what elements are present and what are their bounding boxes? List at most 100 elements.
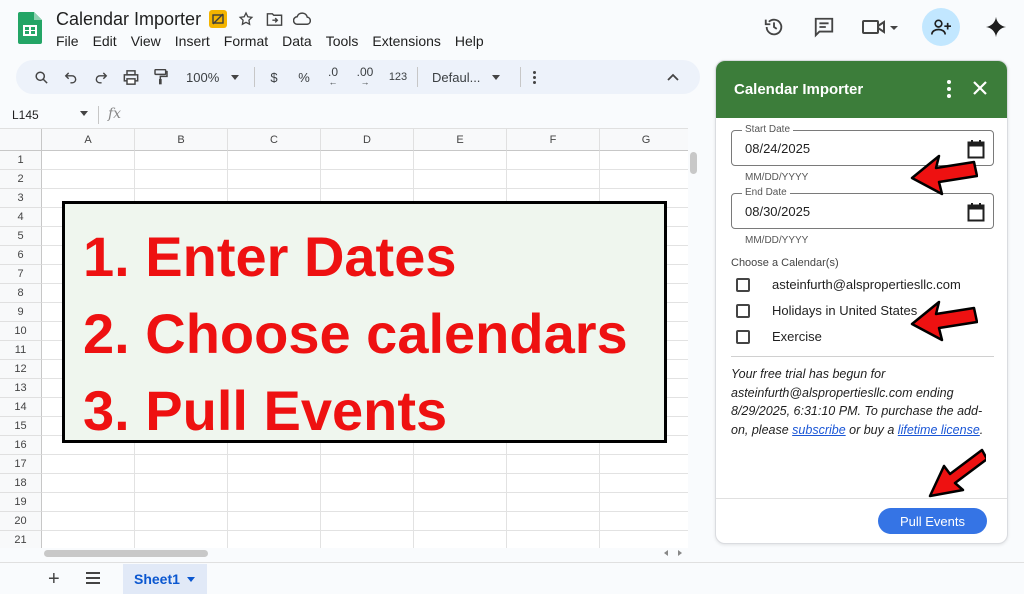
more-options-icon[interactable]: [529, 65, 539, 89]
menu-tools[interactable]: Tools: [326, 33, 359, 49]
menu-data[interactable]: Data: [282, 33, 312, 49]
menu-edit[interactable]: Edit: [93, 33, 117, 49]
gemini-icon[interactable]: [982, 13, 1010, 41]
currency-format-button[interactable]: $: [265, 65, 283, 89]
cloud-offline-icon[interactable]: [209, 10, 227, 28]
name-box-value: L145: [12, 108, 39, 122]
more-vert-icon[interactable]: [947, 80, 951, 101]
calendar-option[interactable]: Holidays in United States: [736, 303, 917, 318]
calendar-option-label: asteinfurth@alspropertiesllc.com: [772, 277, 961, 292]
undo-icon[interactable]: [62, 65, 80, 89]
row-header-13[interactable]: 13: [0, 379, 42, 398]
toolbar-divider: [520, 67, 521, 87]
scroll-right-icon[interactable]: [678, 550, 682, 556]
increase-decimal-button[interactable]: .00 →: [353, 65, 377, 89]
row-header-21[interactable]: 21: [0, 531, 42, 548]
row-header-11[interactable]: 11: [0, 341, 42, 360]
column-header-b[interactable]: B: [135, 129, 228, 151]
paint-format-icon[interactable]: [152, 65, 170, 89]
start-date-hint: MM/DD/YYYY: [745, 172, 809, 183]
row-header-7[interactable]: 7: [0, 265, 42, 284]
row-header-14[interactable]: 14: [0, 398, 42, 417]
row-header-15[interactable]: 15: [0, 417, 42, 436]
zoom-select[interactable]: 100%: [186, 65, 246, 89]
close-icon[interactable]: [971, 79, 989, 97]
all-sheets-icon[interactable]: [86, 572, 100, 587]
row-header-3[interactable]: 3: [0, 189, 42, 208]
row-header-16[interactable]: 16: [0, 436, 42, 455]
calendar-checkbox[interactable]: [736, 303, 750, 318]
row-header-17[interactable]: 17: [0, 455, 42, 474]
number-format-button[interactable]: 123: [387, 65, 409, 89]
horizontal-scrollbar-thumb[interactable]: [44, 550, 208, 557]
end-date-field[interactable]: End Date 08/30/2025: [731, 187, 994, 229]
menu-view[interactable]: View: [131, 33, 161, 49]
menu-extensions[interactable]: Extensions: [372, 33, 440, 49]
row-header-6[interactable]: 6: [0, 246, 42, 265]
search-menus-icon[interactable]: [32, 65, 50, 89]
row-header-18[interactable]: 18: [0, 474, 42, 493]
redo-icon[interactable]: [92, 65, 110, 89]
share-icon[interactable]: [922, 8, 960, 46]
column-header-f[interactable]: F: [507, 129, 600, 151]
sheet-bar: + Sheet1: [0, 562, 1024, 594]
print-icon[interactable]: [122, 65, 140, 89]
formula-bar-divider: [98, 106, 99, 124]
row-header-8[interactable]: 8: [0, 284, 42, 303]
row-header-2[interactable]: 2: [0, 170, 42, 189]
start-date-value: 08/24/2025: [745, 141, 811, 156]
menu-format[interactable]: Format: [224, 33, 268, 49]
column-header-e[interactable]: E: [414, 129, 507, 151]
chevron-down-icon: [492, 74, 501, 80]
column-header-g[interactable]: G: [600, 129, 688, 151]
calendar-icon[interactable]: [967, 202, 985, 222]
column-header-c[interactable]: C: [228, 129, 321, 151]
instructions-overlay: 1. Enter Dates 2. Choose calendars 3. Pu…: [62, 201, 667, 443]
sheets-logo-icon[interactable]: [18, 12, 42, 44]
calendar-option[interactable]: Exercise: [736, 329, 822, 344]
decrease-decimal-button[interactable]: .0 ←: [323, 65, 343, 89]
calendar-option[interactable]: asteinfurth@alspropertiesllc.com: [736, 277, 961, 292]
vertical-scrollbar[interactable]: [690, 152, 697, 174]
sheet-tab-sheet1[interactable]: Sheet1: [123, 564, 207, 594]
row-header-20[interactable]: 20: [0, 512, 42, 531]
toolbar-divider: [254, 67, 255, 87]
move-folder-icon[interactable]: [265, 10, 283, 28]
horizontal-scrollbar[interactable]: [42, 549, 688, 559]
column-header-a[interactable]: A: [42, 129, 135, 151]
lifetime-license-link[interactable]: lifetime license: [898, 423, 980, 437]
document-title[interactable]: Calendar Importer: [56, 9, 201, 30]
row-header-5[interactable]: 5: [0, 227, 42, 246]
row-header-19[interactable]: 19: [0, 493, 42, 512]
history-icon[interactable]: [760, 13, 788, 41]
collapse-toolbar-icon[interactable]: [666, 65, 680, 89]
row-header-10[interactable]: 10: [0, 322, 42, 341]
comment-icon[interactable]: [810, 13, 838, 41]
name-box[interactable]: L145: [0, 102, 98, 128]
pull-events-button[interactable]: Pull Events: [878, 508, 987, 534]
subscribe-link[interactable]: subscribe: [792, 423, 846, 437]
menu-file[interactable]: File: [56, 33, 79, 49]
instruction-step-2: 2. Choose calendars: [83, 302, 628, 365]
select-all-corner[interactable]: [0, 129, 42, 151]
sidebar-footer: Pull Events: [716, 498, 1007, 543]
calendar-checkbox[interactable]: [736, 329, 750, 344]
end-date-value: 08/30/2025: [745, 204, 811, 219]
calendar-checkbox[interactable]: [736, 277, 750, 292]
star-icon[interactable]: [237, 10, 255, 28]
video-call-icon[interactable]: [860, 13, 900, 41]
row-header-1[interactable]: 1: [0, 151, 42, 170]
menu-insert[interactable]: Insert: [175, 33, 210, 49]
row-header-9[interactable]: 9: [0, 303, 42, 322]
font-select[interactable]: Defaul...: [432, 65, 512, 89]
percent-format-button[interactable]: %: [295, 65, 313, 89]
column-header-d[interactable]: D: [321, 129, 414, 151]
scroll-left-icon[interactable]: [664, 550, 668, 556]
cloud-status-icon[interactable]: [293, 10, 311, 28]
add-sheet-icon[interactable]: +: [48, 568, 60, 591]
menu-help[interactable]: Help: [455, 33, 484, 49]
row-header-12[interactable]: 12: [0, 360, 42, 379]
start-date-label: Start Date: [742, 124, 794, 135]
chevron-down-icon[interactable]: [187, 577, 195, 582]
row-header-4[interactable]: 4: [0, 208, 42, 227]
